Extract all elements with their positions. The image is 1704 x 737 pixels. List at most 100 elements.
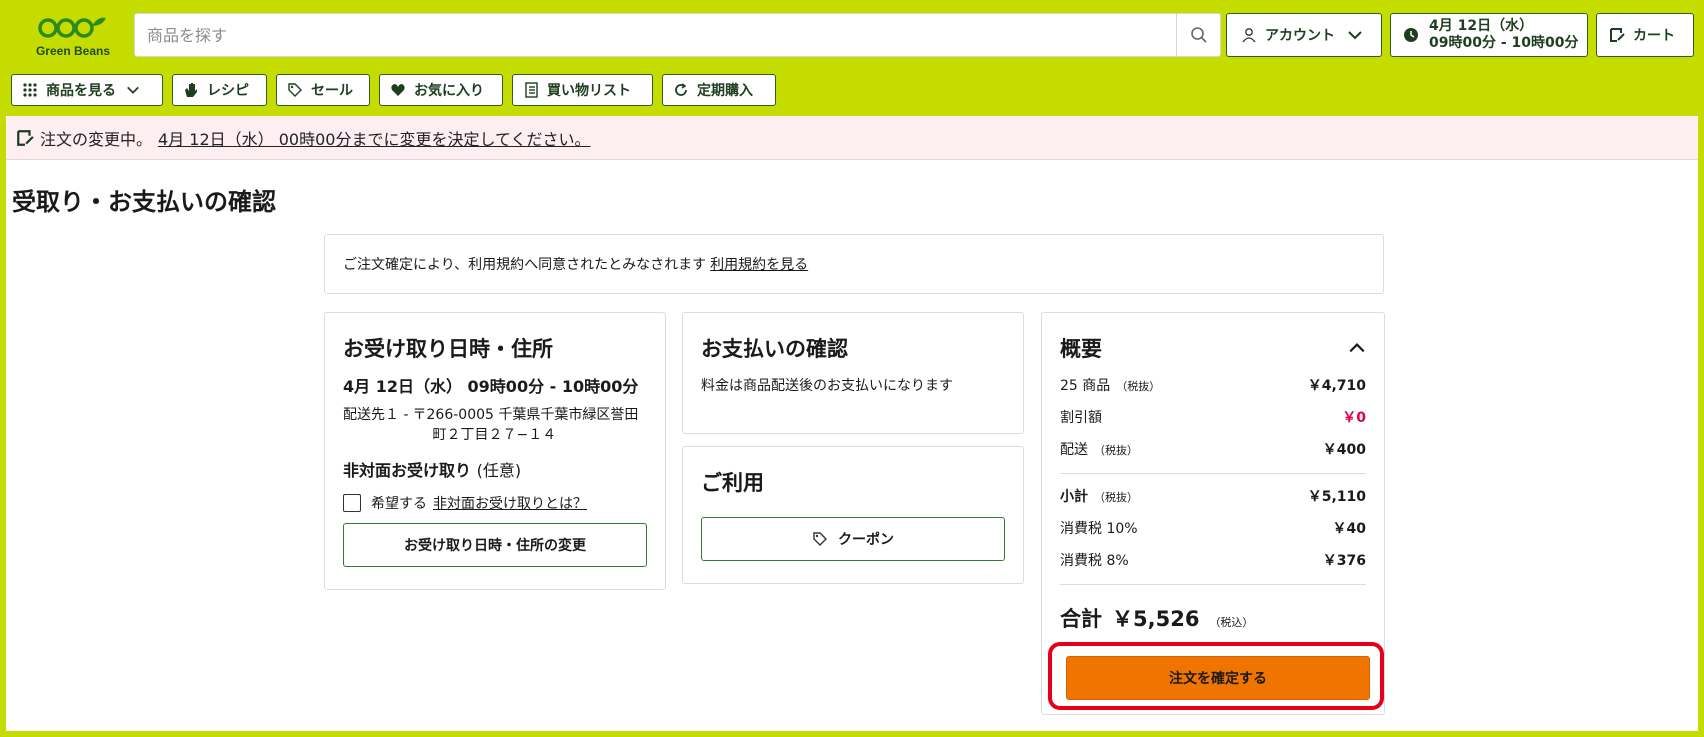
nav-label: お気に入り [414,83,484,99]
contactless-checkbox-label[interactable]: 希望する [371,493,427,513]
discount-label: 割引額 [1060,410,1102,426]
coupon-button[interactable]: クーポン [701,517,1005,561]
order-edit-notice: 注文の変更中。 4月 12日（水） 00時00分までに変更を決定してください。 [6,116,1698,160]
nav-label: 商品を見る [46,83,116,99]
payment-description: 料金は商品配送後のお支払いになります [701,378,953,394]
logo[interactable]: Green Beans [28,14,118,64]
contactless-row: 希望する 非対面お受け取りとは？ [343,493,647,513]
discount-value: ￥0 [1342,410,1366,426]
search-input[interactable] [135,14,1175,56]
summary-header[interactable]: 概要 [1060,333,1366,363]
green-beans-logo-icon [38,17,106,38]
logo-text: Green Beans [35,44,111,58]
summary-total: 合計 ￥5,526 （税込） [1060,603,1366,633]
total-label: 合計 [1060,607,1102,631]
refresh-icon [675,83,687,96]
tax-excluded-note: （税抜） [1094,444,1138,457]
tax-included-note: （税込） [1209,616,1254,629]
coupon-label: クーポン [838,532,894,548]
divider [1060,473,1366,474]
chevron-down-icon [127,86,139,94]
address-line-1: 〒266-0005 千葉県千葉市緑区誉田 [412,407,639,423]
address-line-2: 町２丁目２７−１４ [432,427,557,443]
pickup-card: お受け取り日時・住所 4月 12日（水） 09時00分 - 10時00分 配送先… [324,312,666,590]
payment-title: お支払いの確認 [701,337,848,361]
chevron-up-icon[interactable] [1348,339,1366,357]
usage-title: ご利用 [701,471,764,495]
summary-row-tax10: 消費税 10% ￥40 [1060,518,1366,538]
tax8-value: ￥376 [1322,553,1366,569]
total-value: ￥5,526 [1112,607,1200,631]
contactless-checkbox[interactable] [343,494,361,512]
notice-prefix: 注文の変更中。 [40,129,153,149]
page-title: 受取り・お支払いの確認 [12,188,276,216]
summary-row-items: 25 商品 （税抜） ￥4,710 [1060,375,1366,395]
shipping-label: 配送 [1060,442,1088,458]
summary-row-tax8: 消費税 8% ￥376 [1060,550,1366,570]
nav-shopping-list[interactable]: 買い物リスト [512,74,653,106]
hand-icon [185,83,197,97]
account-button[interactable]: アカウント [1226,13,1382,57]
nav-subscription[interactable]: 定期購入 [662,74,776,106]
contactless-info-link[interactable]: 非対面お受け取りとは？ [433,493,587,513]
tax8-label: 消費税 8% [1060,553,1129,569]
tax10-label: 消費税 10% [1060,521,1138,537]
edit-icon [17,129,34,146]
summary-row-subtotal: 小計 （税抜） ￥5,110 [1060,486,1366,506]
address-label: 配送先１ - [343,407,409,423]
pickup-datetime: 4月 12日（水） 09時00分 - 10時00分 [343,377,639,396]
terms-link[interactable]: 利用規約を見る [710,254,808,274]
pickup-address: 配送先１ - 〒266-0005 千葉県千葉市緑区誉田 町２丁目２７−１４ [343,405,647,445]
header: Green Beans アカウント [6,6,1698,116]
payment-card: お支払いの確認 料金は商品配送後のお支払いになります [682,312,1024,434]
nav-label: 定期購入 [697,83,753,99]
nav-label: 買い物リスト [547,83,631,99]
summary-title: 概要 [1060,337,1102,361]
tax-excluded-note: （税抜） [1094,491,1138,504]
search-button[interactable] [1176,14,1220,56]
grid-icon [23,83,37,97]
timeslot-button[interactable]: 4月 12日（水） 09時00分 - 10時00分 [1390,13,1588,57]
notice-link[interactable]: 4月 12日（水） 00時00分までに変更を決定してください。 [158,126,590,150]
contactless-title-text: 非対面お受け取り [343,461,472,480]
heart-icon [391,84,405,96]
search-icon [1190,27,1207,43]
cart-label: カート [1633,28,1675,44]
app-frame: Green Beans アカウント [6,6,1698,731]
cart-button[interactable]: カート [1596,13,1694,57]
summary-row-shipping: 配送 （税抜） ￥400 [1060,439,1366,459]
tax-excluded-note: （税抜） [1116,380,1161,393]
timeslot-date: 4月 12日（水） [1429,18,1534,34]
items-value: ￥4,710 [1307,378,1366,394]
account-label: アカウント [1265,28,1335,44]
pickup-title: お受け取り日時・住所 [343,337,553,361]
usage-card: ご利用 クーポン [682,446,1024,584]
search-bar [134,13,1221,57]
contactless-title: 非対面お受け取り (任意) [343,457,647,481]
tag-icon [288,83,302,97]
nav-recipe[interactable]: レシピ [172,74,267,106]
contactless-optional: (任意) [476,461,522,480]
timeslot-text: 4月 12日（水） 09時00分 - 10時00分 [1429,18,1579,52]
confirm-highlight: 注文を確定する [1048,642,1384,710]
shipping-value: ￥400 [1322,442,1366,458]
nav-label: レシピ [207,83,249,99]
subtotal-value: ￥5,110 [1307,489,1366,505]
timeslot-time: 09時00分 - 10時00分 [1429,35,1579,51]
tax10-value: ￥40 [1332,521,1366,537]
terms-card: ご注文確定により、利用規約へ同意されたとみなされます 利用規約を見る [324,234,1384,294]
subtotal-label: 小計 [1060,489,1088,505]
nav-favorites[interactable]: お気に入り [379,74,503,106]
nav-label: セール [311,83,353,99]
divider [1060,584,1366,585]
change-pickup-button[interactable]: お受け取り日時・住所の変更 [343,523,647,567]
list-icon [525,82,538,98]
clock-icon [1404,28,1418,42]
nav-sale[interactable]: セール [276,74,370,106]
confirm-order-button[interactable]: 注文を確定する [1066,656,1370,700]
chevron-down-icon [1348,31,1362,40]
cart-edit-icon [1610,28,1625,42]
nav-browse[interactable]: 商品を見る [11,74,163,106]
tag-icon [813,532,827,546]
summary-row-discount: 割引額 ￥0 [1060,407,1366,427]
